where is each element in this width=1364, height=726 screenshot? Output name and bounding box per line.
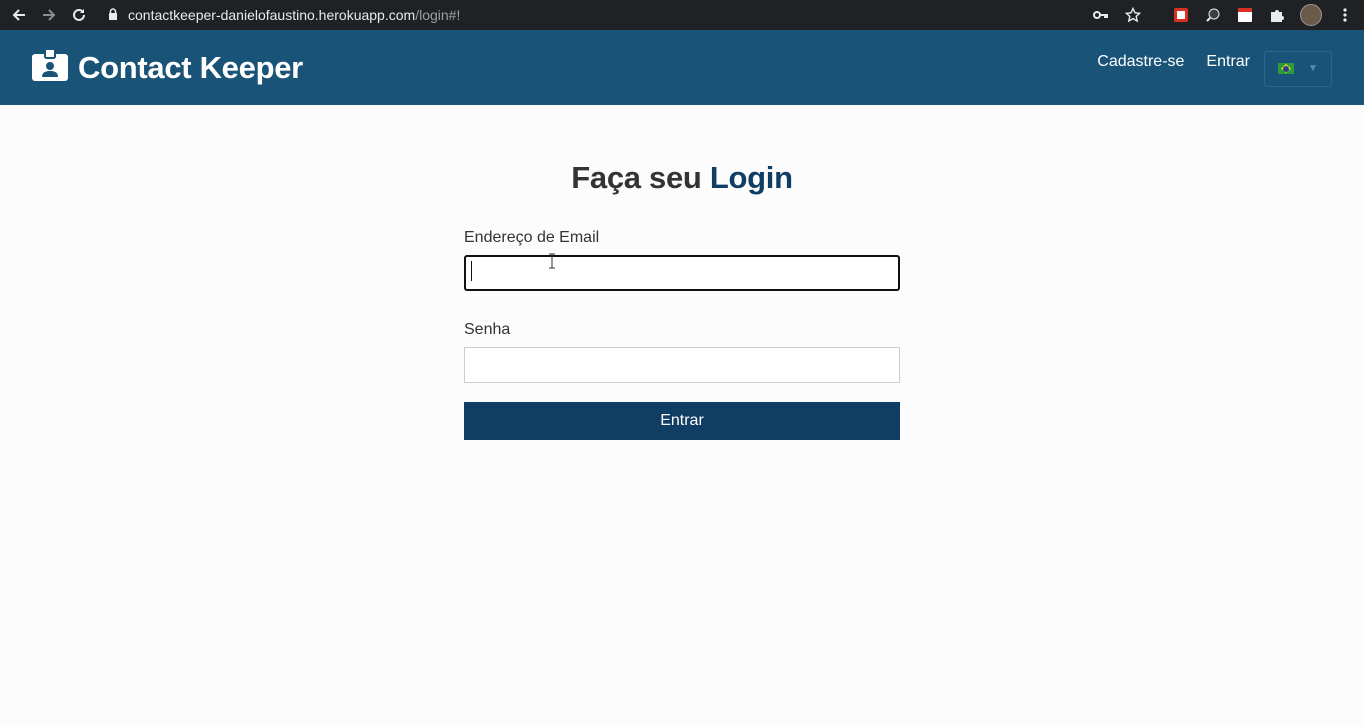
app-navbar: Contact Keeper Cadastre-se Entrar ▼: [0, 30, 1364, 105]
page-title-prefix: Faça seu: [571, 160, 702, 195]
url-path: /login#!: [415, 7, 461, 23]
page-title: Faça seu Login: [464, 160, 900, 196]
nav-link-login[interactable]: Entrar: [1206, 53, 1250, 71]
url-host: contactkeeper-danielofaustino.herokuapp.…: [128, 7, 416, 23]
nav-link-register[interactable]: Cadastre-se: [1097, 53, 1184, 71]
id-badge-icon: [32, 48, 68, 86]
brand-title: Contact Keeper: [78, 49, 303, 85]
extension-calendar-icon[interactable]: [1236, 6, 1254, 24]
brand[interactable]: Contact Keeper: [32, 48, 303, 86]
extension-red-icon[interactable]: [1172, 6, 1190, 24]
brazil-flag-icon: [1278, 63, 1295, 74]
email-field[interactable]: [464, 255, 900, 291]
browser-toolbar: contactkeeper-danielofaustino.herokuapp.…: [0, 0, 1364, 30]
login-form: Faça seu Login Endereço de Email Senha E…: [464, 160, 900, 440]
reload-icon[interactable]: [68, 4, 90, 26]
forward-arrow-icon[interactable]: [38, 4, 60, 26]
nav-links: Cadastre-se Entrar ▼: [1097, 37, 1332, 87]
profile-avatar[interactable]: [1300, 4, 1322, 26]
back-arrow-icon[interactable]: [8, 4, 30, 26]
extension-lens-icon[interactable]: [1204, 6, 1222, 24]
password-field[interactable]: [464, 347, 900, 383]
email-label: Endereço de Email: [464, 229, 600, 246]
star-icon[interactable]: [1124, 6, 1142, 24]
text-cursor: [471, 261, 472, 281]
chevron-down-icon: ▼: [1308, 63, 1318, 74]
key-icon[interactable]: [1092, 6, 1110, 24]
lock-icon: [108, 7, 118, 23]
login-submit-button[interactable]: Entrar: [464, 402, 900, 440]
password-label: Senha: [464, 321, 511, 338]
kebab-menu-icon[interactable]: [1336, 6, 1354, 24]
address-bar[interactable]: contactkeeper-danielofaustino.herokuapp.…: [108, 7, 460, 23]
page-title-accent: Login: [709, 160, 793, 195]
ibeam-cursor-icon: [548, 253, 556, 274]
language-select[interactable]: ▼: [1264, 50, 1332, 87]
puzzle-icon[interactable]: [1268, 6, 1286, 24]
